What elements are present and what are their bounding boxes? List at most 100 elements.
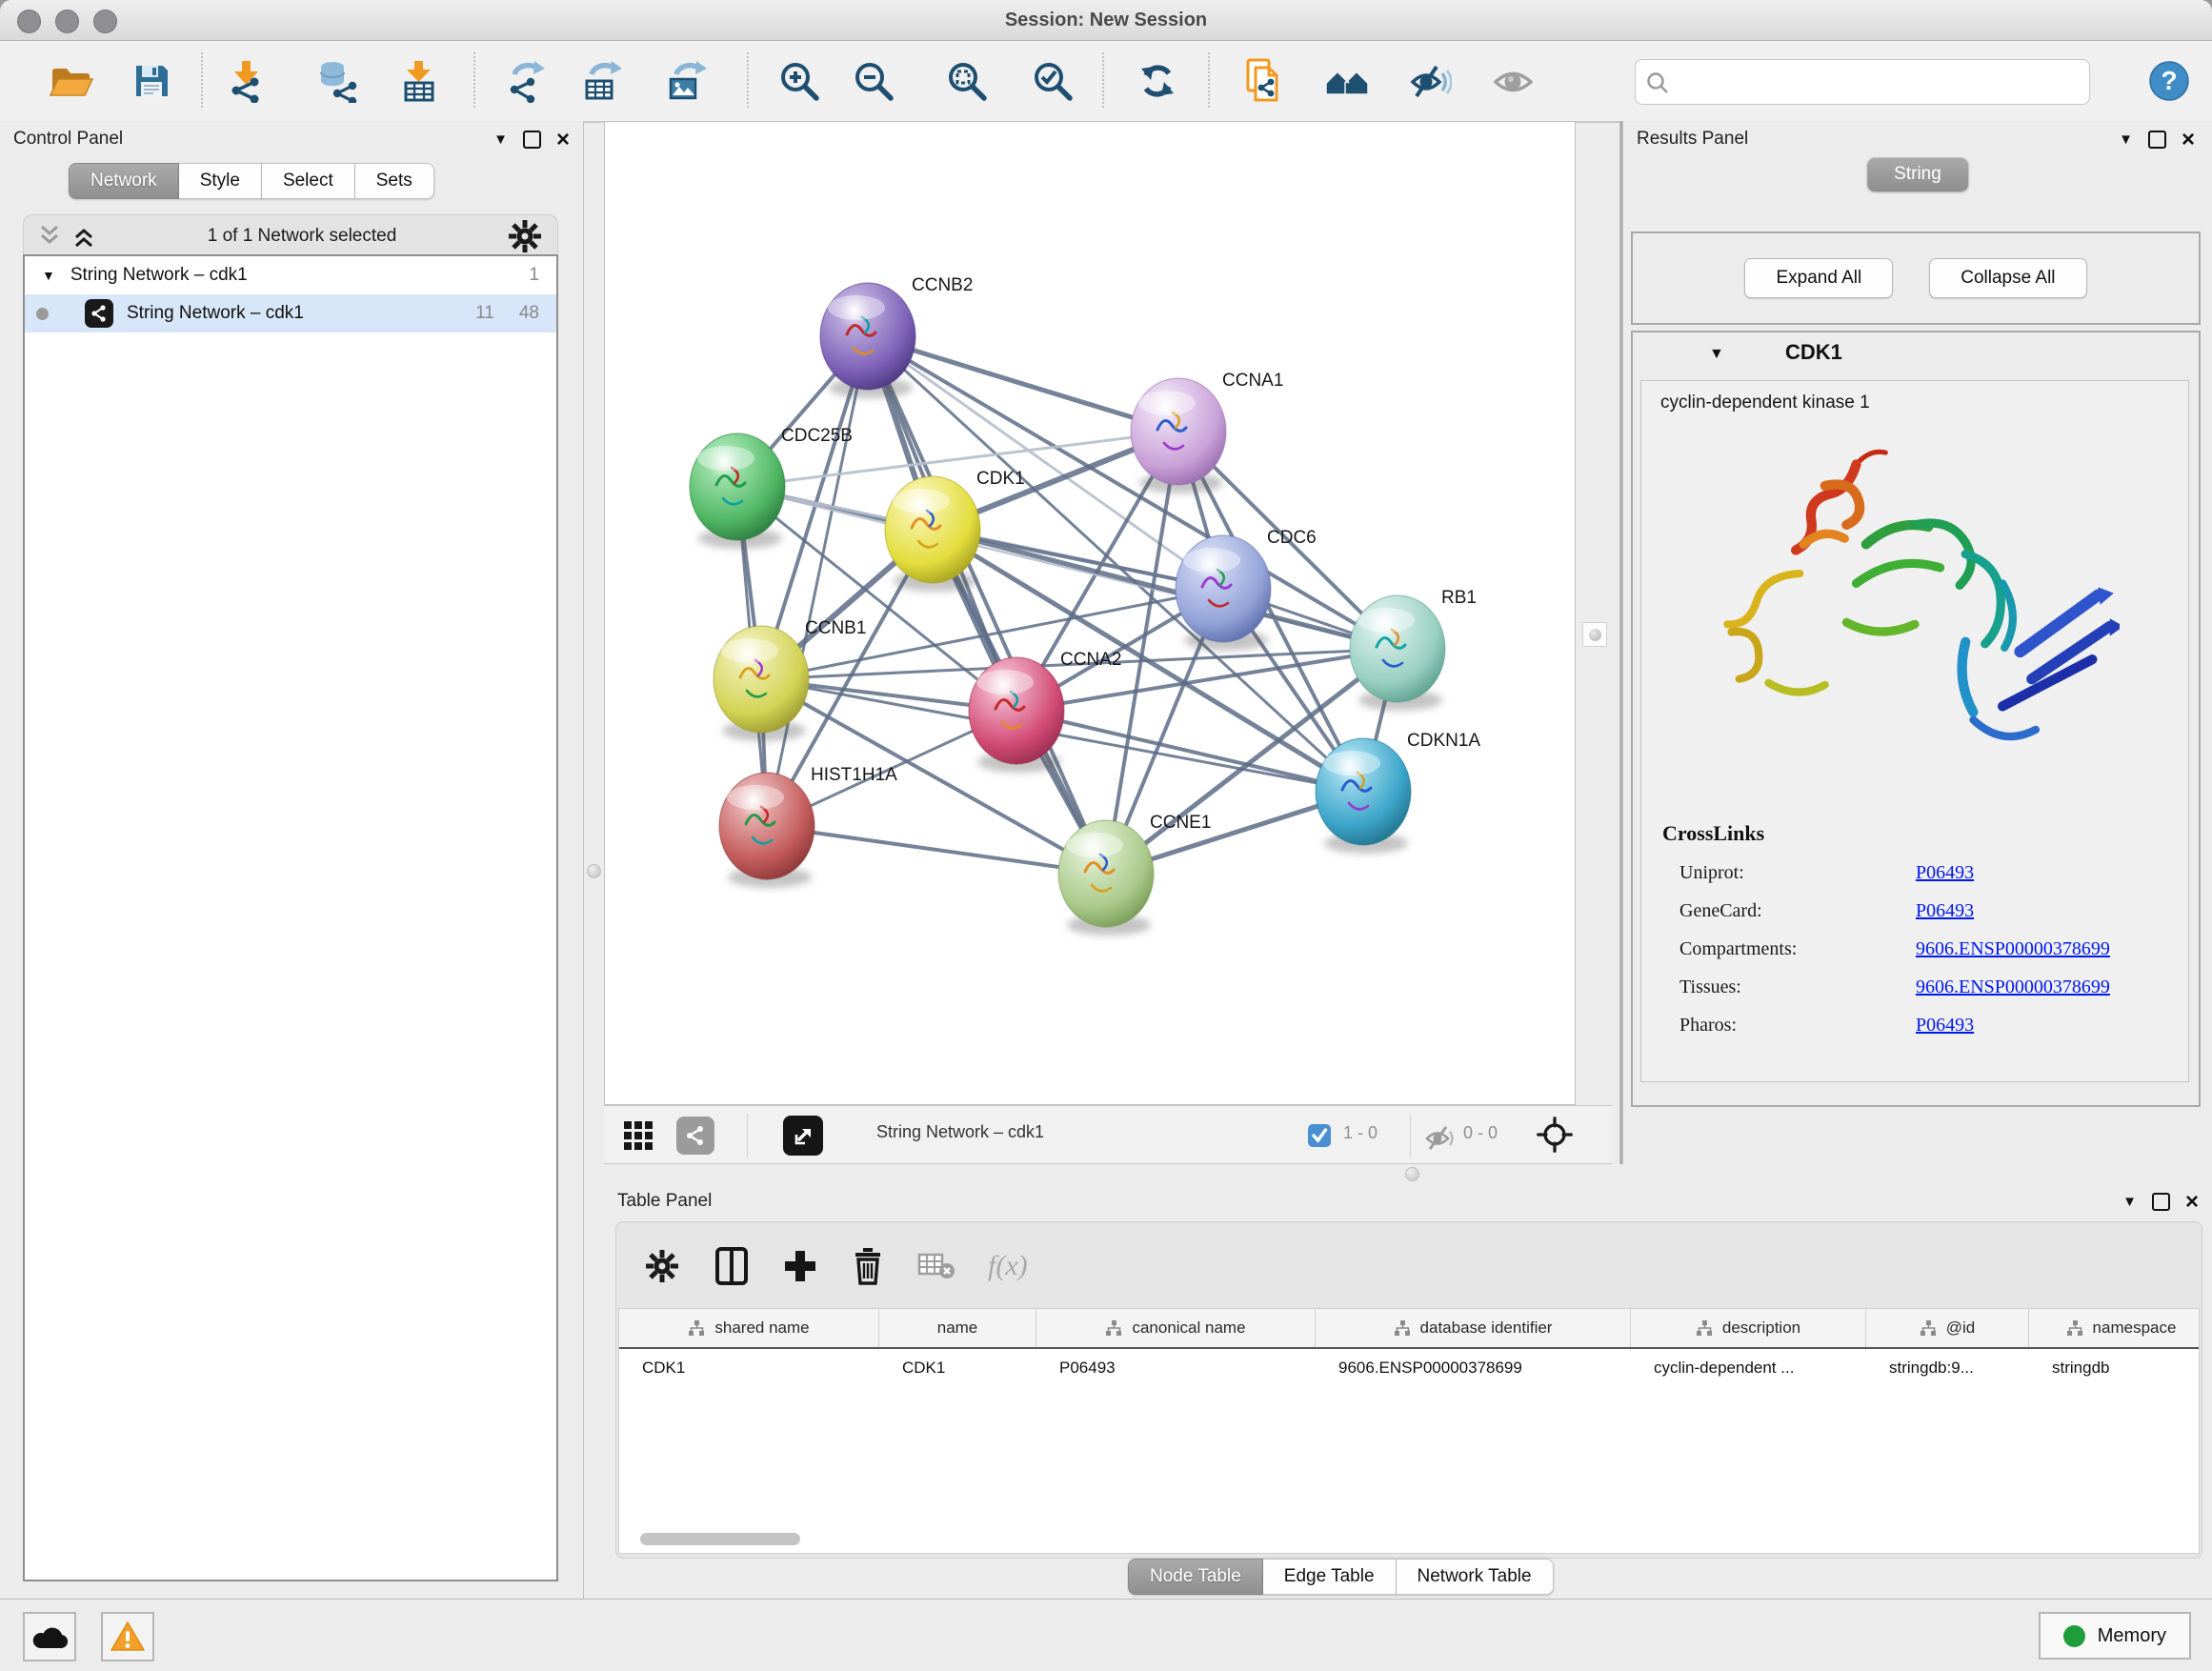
network-node-CCNB1[interactable]	[714, 626, 809, 741]
warnings-button[interactable]	[101, 1612, 154, 1661]
table-row[interactable]: CDK1CDK1P064939606.ENSP00000378699cyclin…	[619, 1349, 2199, 1387]
column-header-database-identifier[interactable]: database identifier	[1316, 1309, 1631, 1347]
crosslink-tissues-link[interactable]: 9606.ENSP00000378699	[1916, 976, 2110, 998]
hide-selected-button[interactable]	[1398, 50, 1459, 111]
eye-slash-icon	[1406, 59, 1452, 103]
panel-close-icon[interactable]: ×	[556, 132, 570, 148]
table-cell[interactable]: 9606.ENSP00000378699	[1316, 1349, 1631, 1387]
delete-column-icon[interactable]	[851, 1246, 885, 1286]
table-cell[interactable]: P06493	[1036, 1349, 1316, 1387]
zoom-out-button[interactable]	[843, 50, 904, 111]
tab-style[interactable]: Style	[179, 163, 262, 199]
panel-float-icon[interactable]	[2152, 1193, 2170, 1211]
collapse-all-icon[interactable]	[35, 224, 64, 249]
selected-checkbox[interactable]	[1307, 1123, 1332, 1148]
detach-view-icon[interactable]	[783, 1116, 823, 1156]
network-node-CCNA2[interactable]	[969, 657, 1064, 773]
tab-edge-table[interactable]: Edge Table	[1263, 1559, 1397, 1595]
network-node-CCNA1[interactable]	[1131, 378, 1226, 493]
save-session-button[interactable]	[121, 50, 182, 111]
panel-menu-icon[interactable]: ▼	[493, 131, 508, 148]
collapse-all-button[interactable]: Collapse All	[1929, 258, 2086, 298]
network-edge-HIST1H1A-CCNE1[interactable]	[767, 826, 1106, 874]
horizontal-scrollbar[interactable]	[640, 1533, 800, 1545]
crosslink-pharos-link[interactable]: P06493	[1916, 1015, 1974, 1037]
gear-icon[interactable]	[506, 217, 544, 255]
network-overview-icon[interactable]	[676, 1117, 714, 1155]
new-network-from-selection-button[interactable]	[1234, 50, 1295, 111]
column-header-namespace[interactable]: namespace	[2029, 1309, 2200, 1347]
crosslink-compartments-link[interactable]: 9606.ENSP00000378699	[1916, 938, 2110, 960]
panel-float-icon[interactable]	[2148, 131, 2166, 149]
column-header-name[interactable]: name	[879, 1309, 1036, 1347]
column-header-description[interactable]: description	[1631, 1309, 1866, 1347]
search-input[interactable]	[1676, 64, 2080, 100]
column-header-canonical-name[interactable]: canonical name	[1036, 1309, 1316, 1347]
node-entry-header[interactable]: ▼ CDK1	[1633, 332, 2199, 378]
export-image-button[interactable]	[656, 50, 717, 111]
network-edge-CCNA2-CDKN1A[interactable]	[1016, 711, 1363, 792]
tab-network[interactable]: Network	[69, 163, 179, 199]
zoom-selected-button[interactable]	[1022, 50, 1083, 111]
network-tree: ▼ String Network – cdk1 1 String Network…	[23, 254, 558, 1581]
node-table[interactable]: shared namenamecanonical namedatabase id…	[618, 1308, 2200, 1554]
network-edge-CCNB2-CCNE1[interactable]	[868, 336, 1106, 874]
network-node-CCNE1[interactable]	[1058, 820, 1154, 936]
tab-node-table[interactable]: Node Table	[1128, 1559, 1263, 1595]
table-cell[interactable]: CDK1	[879, 1349, 1036, 1387]
tab-string[interactable]: String	[1867, 157, 1968, 191]
first-neighbors-button[interactable]	[1317, 50, 1377, 111]
panel-menu-icon[interactable]: ▼	[2119, 131, 2133, 148]
show-columns-icon[interactable]	[714, 1246, 750, 1286]
table-cell[interactable]: stringdb:9...	[1866, 1349, 2029, 1387]
import-table-file-button[interactable]	[389, 50, 450, 111]
left-splitter-handle[interactable]	[587, 864, 601, 878]
network-node-CDC25B[interactable]	[690, 433, 785, 549]
tab-network-table[interactable]: Network Table	[1397, 1559, 1554, 1595]
expand-all-icon[interactable]	[70, 224, 98, 249]
crosslink-uniprot-link[interactable]: P06493	[1916, 862, 1974, 884]
column-header-shared-name[interactable]: shared name	[619, 1309, 879, 1347]
network-graph: CCNB2CCNA1CDC25BCDK1CDC6RB1CCNB1CCNA2CDK…	[605, 122, 1575, 1104]
panel-menu-icon[interactable]: ▼	[2122, 1194, 2137, 1210]
export-table-button[interactable]	[572, 50, 633, 111]
panel-close-icon[interactable]: ×	[2185, 1195, 2199, 1210]
entry-collapse-icon[interactable]: ▼	[1709, 346, 1724, 363]
column-header--id[interactable]: @id	[1866, 1309, 2029, 1347]
panel-close-icon[interactable]: ×	[2182, 132, 2195, 148]
network-node-CCNB2[interactable]	[820, 283, 915, 398]
export-network-button[interactable]	[494, 50, 555, 111]
zoom-fit-button[interactable]	[936, 50, 997, 111]
network-canvas[interactable]: CCNB2CCNA1CDC25BCDK1CDC6RB1CCNB1CCNA2CDK…	[604, 121, 1576, 1105]
collection-expand-icon[interactable]: ▼	[42, 268, 55, 283]
hidden-eye-icon[interactable]	[1421, 1119, 1459, 1158]
network-row[interactable]: String Network – cdk1 11 48	[25, 294, 556, 332]
import-network-database-button[interactable]	[308, 50, 369, 111]
tab-sets[interactable]: Sets	[355, 163, 434, 199]
network-node-RB1[interactable]	[1350, 595, 1445, 711]
apply-layout-button[interactable]	[1127, 50, 1188, 111]
table-gear-icon[interactable]	[643, 1247, 681, 1285]
table-cell[interactable]: CDK1	[619, 1349, 879, 1387]
help-button[interactable]: ?	[2139, 50, 2200, 111]
cloud-status-button[interactable]	[23, 1612, 76, 1661]
right-splitter-handle[interactable]	[1582, 622, 1607, 647]
network-node-CDKN1A[interactable]	[1316, 738, 1411, 854]
network-node-HIST1H1A[interactable]	[719, 773, 814, 888]
horizontal-splitter-handle[interactable]	[1405, 1167, 1419, 1181]
tab-select[interactable]: Select	[262, 163, 355, 199]
memory-button[interactable]: Memory	[2039, 1612, 2191, 1660]
expand-all-button[interactable]: Expand All	[1744, 258, 1893, 298]
network-collection-row[interactable]: ▼ String Network – cdk1 1	[25, 256, 556, 294]
panel-float-icon[interactable]	[523, 131, 541, 149]
center-view-icon[interactable]	[1536, 1116, 1574, 1154]
crosslink-genecard-link[interactable]: P06493	[1916, 900, 1974, 922]
table-cell[interactable]: stringdb	[2029, 1349, 2200, 1387]
add-column-icon[interactable]	[782, 1248, 818, 1284]
import-network-file-button[interactable]	[216, 50, 277, 111]
table-cell[interactable]: cyclin-dependent ...	[1631, 1349, 1866, 1387]
open-session-button[interactable]	[40, 50, 101, 111]
network-node-CDK1[interactable]	[885, 476, 980, 592]
zoom-in-button[interactable]	[769, 50, 830, 111]
grid-icon[interactable]	[619, 1117, 657, 1155]
